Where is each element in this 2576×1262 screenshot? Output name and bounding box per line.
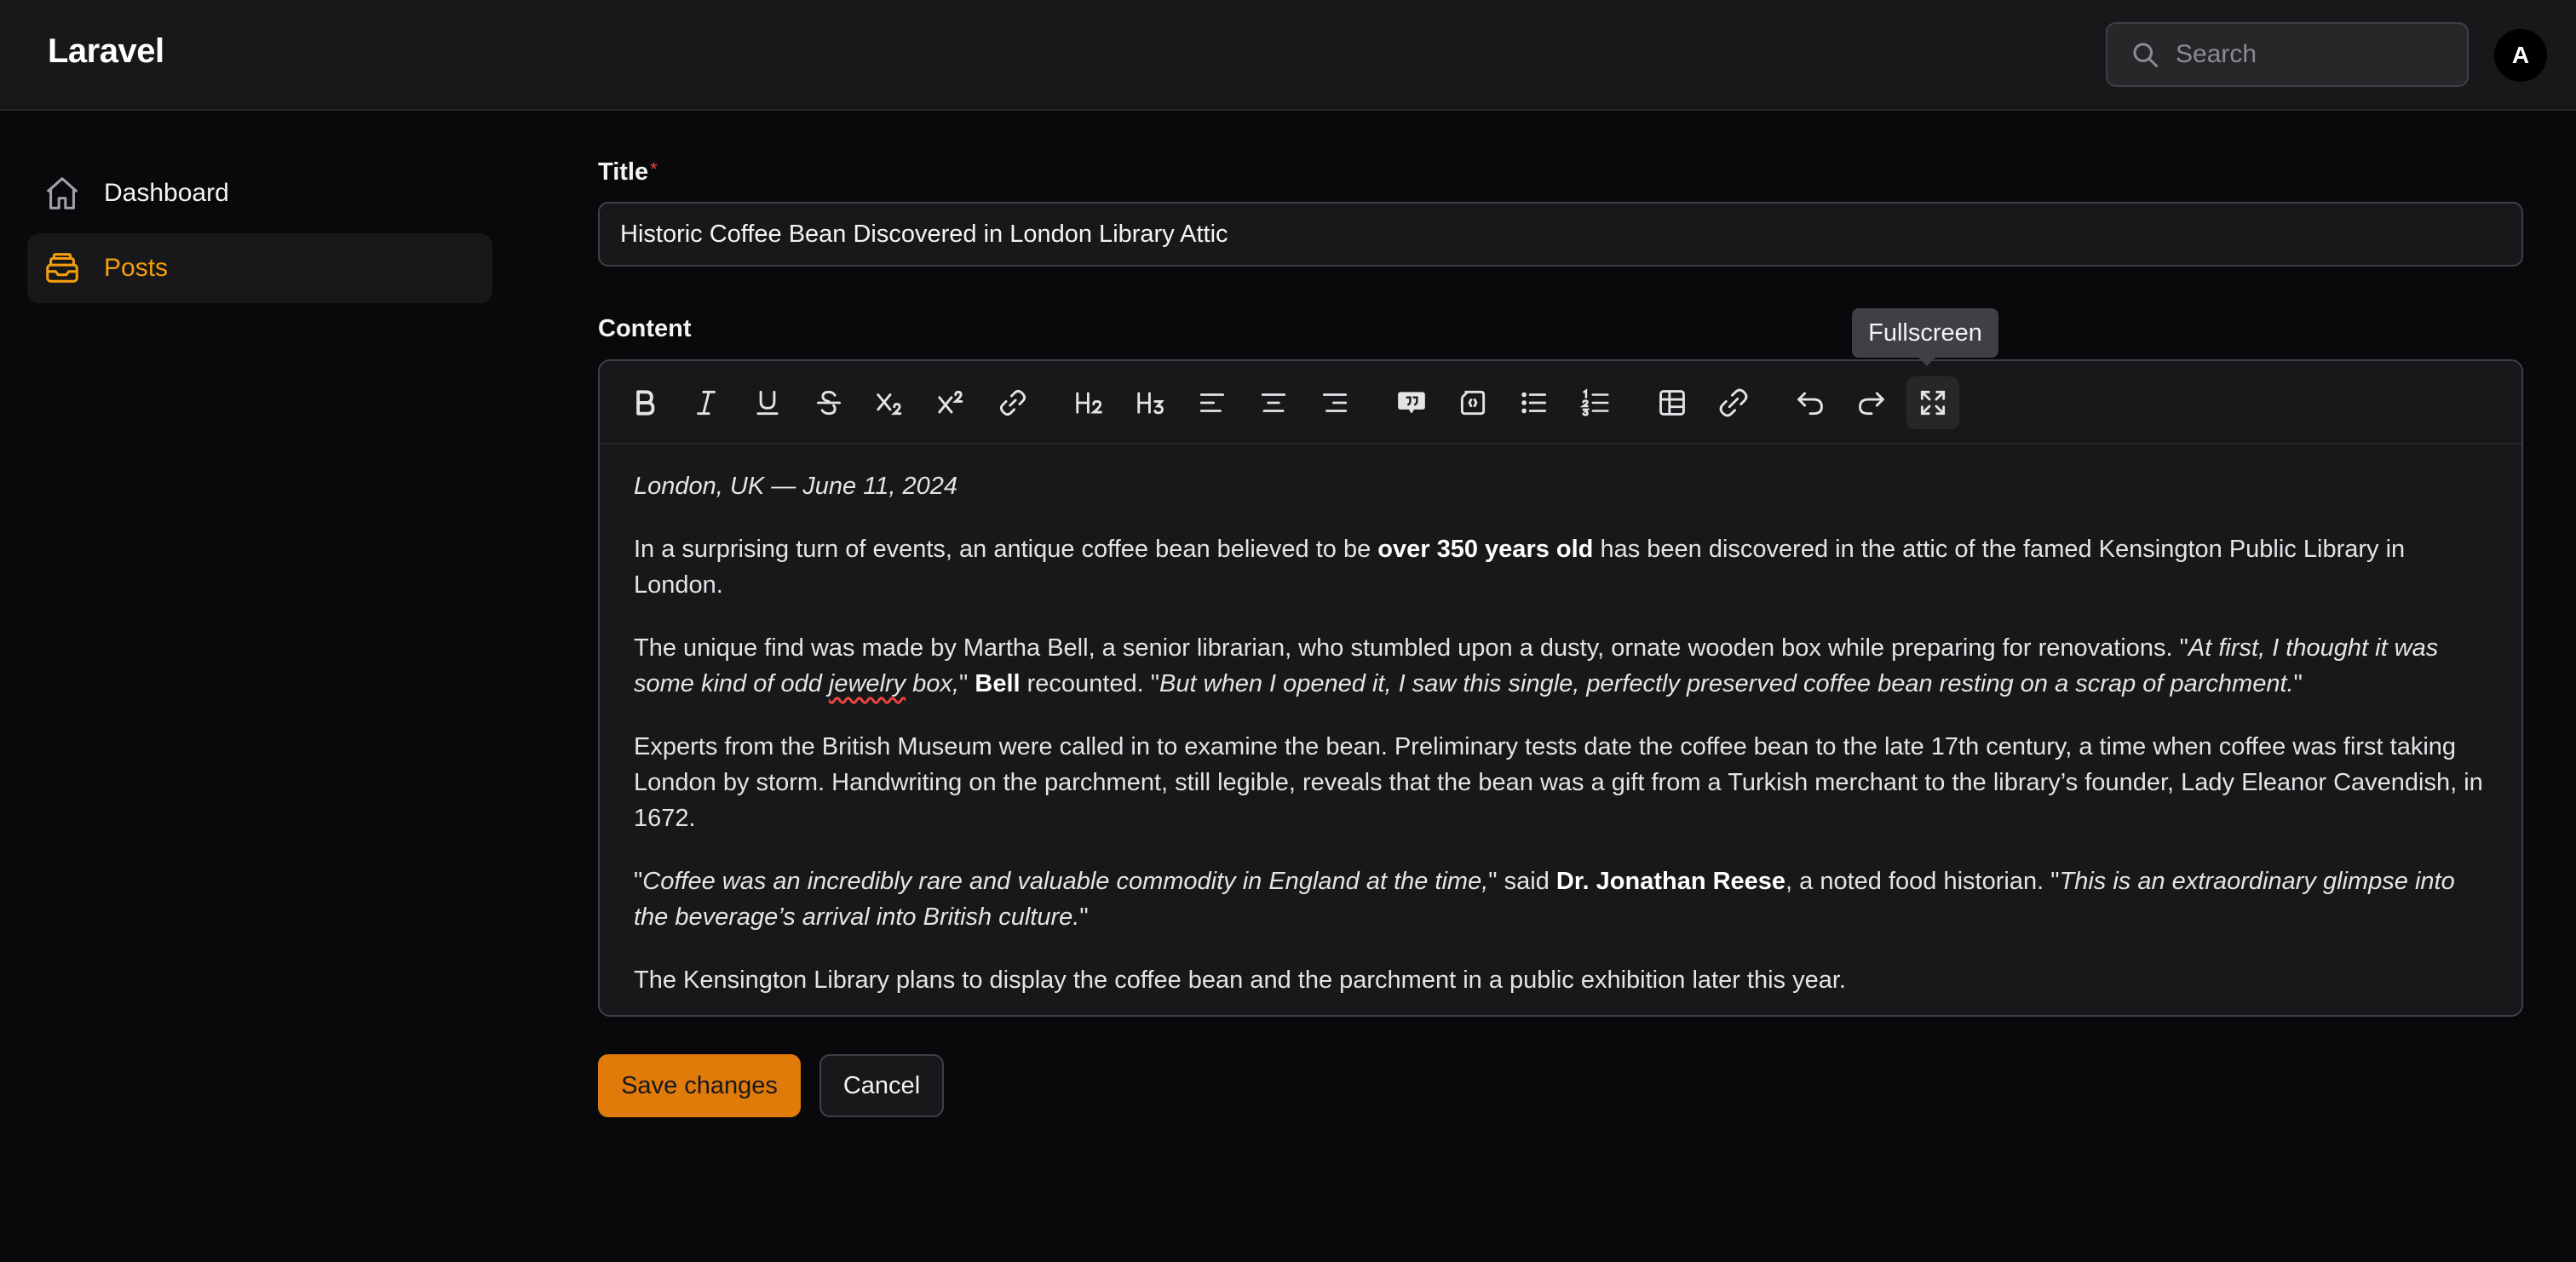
superscript-icon bbox=[938, 390, 963, 414]
undo-button[interactable] bbox=[1784, 376, 1837, 429]
bold-button[interactable] bbox=[618, 376, 671, 429]
brand-logo[interactable]: Laravel bbox=[48, 32, 164, 71]
superscript-button[interactable] bbox=[925, 376, 978, 429]
paragraph: In a surprising turn of events, an antiq… bbox=[634, 536, 2406, 599]
paragraph: The unique find was made by Martha Bell,… bbox=[634, 634, 2439, 697]
italic-icon bbox=[697, 390, 716, 416]
align-center-button[interactable] bbox=[1247, 376, 1300, 429]
search-icon bbox=[2133, 43, 2158, 67]
undo-icon bbox=[1797, 392, 1823, 416]
fullscreen-button[interactable] bbox=[1906, 376, 1959, 429]
blockquote-button[interactable] bbox=[1385, 376, 1438, 429]
dateline: London, UK — June 11, 2024 bbox=[634, 473, 957, 500]
search-input[interactable] bbox=[2176, 40, 2448, 69]
editor-content[interactable]: London, UK — June 11, 2024 In a surprisi… bbox=[600, 445, 2521, 998]
user-avatar[interactable]: A bbox=[2494, 29, 2547, 82]
title-label: Title* bbox=[598, 158, 658, 186]
sidebar-item-posts[interactable]: Posts bbox=[27, 233, 492, 303]
top-bar: Laravel A bbox=[0, 0, 2576, 111]
global-search[interactable] bbox=[2106, 22, 2469, 87]
heading-2-icon bbox=[1076, 392, 1102, 414]
strikethrough-icon bbox=[816, 390, 842, 416]
link-button[interactable] bbox=[986, 376, 1039, 429]
align-right-icon bbox=[1322, 393, 1348, 412]
redo-button[interactable] bbox=[1845, 376, 1898, 429]
title-input[interactable]: Historic Coffee Bean Discovered in Londo… bbox=[598, 202, 2523, 267]
code-block-icon bbox=[1460, 390, 1486, 416]
required-marker: * bbox=[650, 158, 658, 180]
paragraph: "Coffee was an incredibly rare and valua… bbox=[634, 868, 2455, 931]
sidebar-item-label: Posts bbox=[104, 254, 169, 282]
sidebar-item-dashboard[interactable]: Dashboard bbox=[27, 158, 492, 228]
cancel-button[interactable]: Cancel bbox=[819, 1054, 944, 1117]
post-form: Title* Historic Coffee Bean Discovered i… bbox=[598, 158, 2523, 267]
table-button[interactable] bbox=[1646, 376, 1699, 429]
code-block-button[interactable] bbox=[1446, 376, 1499, 429]
paragraph: The Kensington Library plans to display … bbox=[634, 967, 1846, 994]
bullet-list-icon bbox=[1521, 392, 1547, 414]
underline-button[interactable] bbox=[741, 376, 794, 429]
attach-link-icon bbox=[1719, 388, 1748, 417]
misspelled-word: jewelry bbox=[828, 670, 906, 697]
ordered-list-icon bbox=[1579, 388, 1609, 416]
heading-2-button[interactable] bbox=[1063, 376, 1116, 429]
blockquote-icon bbox=[1398, 392, 1425, 414]
bold-icon bbox=[636, 390, 655, 416]
align-right-button[interactable] bbox=[1308, 376, 1361, 429]
form-actions: Save changes Cancel bbox=[598, 1054, 944, 1117]
paragraph: Experts from the British Museum were cal… bbox=[634, 733, 2483, 832]
fullscreen-tooltip: Fullscreen bbox=[1852, 308, 1998, 366]
sidebar: Dashboard Posts bbox=[27, 158, 492, 308]
sidebar-item-label: Dashboard bbox=[104, 179, 229, 207]
attach-link-button[interactable] bbox=[1707, 376, 1760, 429]
bullet-list-button[interactable] bbox=[1508, 376, 1561, 429]
table-icon bbox=[1659, 390, 1685, 416]
align-left-button[interactable] bbox=[1186, 376, 1239, 429]
strikethrough-button[interactable] bbox=[802, 376, 855, 429]
ordered-list-button[interactable] bbox=[1569, 376, 1622, 429]
home-icon bbox=[46, 177, 78, 209]
link-icon bbox=[999, 389, 1026, 416]
inbox-stack-icon bbox=[46, 253, 78, 283]
editor-toolbar bbox=[600, 361, 2521, 445]
heading-3-button[interactable] bbox=[1124, 376, 1177, 429]
content-label: Content bbox=[598, 315, 692, 342]
subscript-icon bbox=[877, 393, 902, 416]
subscript-button[interactable] bbox=[864, 376, 917, 429]
fullscreen-icon bbox=[1920, 390, 1946, 416]
align-center-icon bbox=[1261, 393, 1286, 412]
save-changes-button[interactable]: Save changes bbox=[598, 1054, 801, 1117]
heading-3-icon bbox=[1137, 392, 1164, 415]
underline-icon bbox=[756, 390, 779, 416]
rich-text-editor: London, UK — June 11, 2024 In a surprisi… bbox=[598, 359, 2523, 1017]
redo-icon bbox=[1859, 392, 1884, 416]
italic-button[interactable] bbox=[680, 376, 733, 429]
align-left-icon bbox=[1199, 393, 1225, 412]
